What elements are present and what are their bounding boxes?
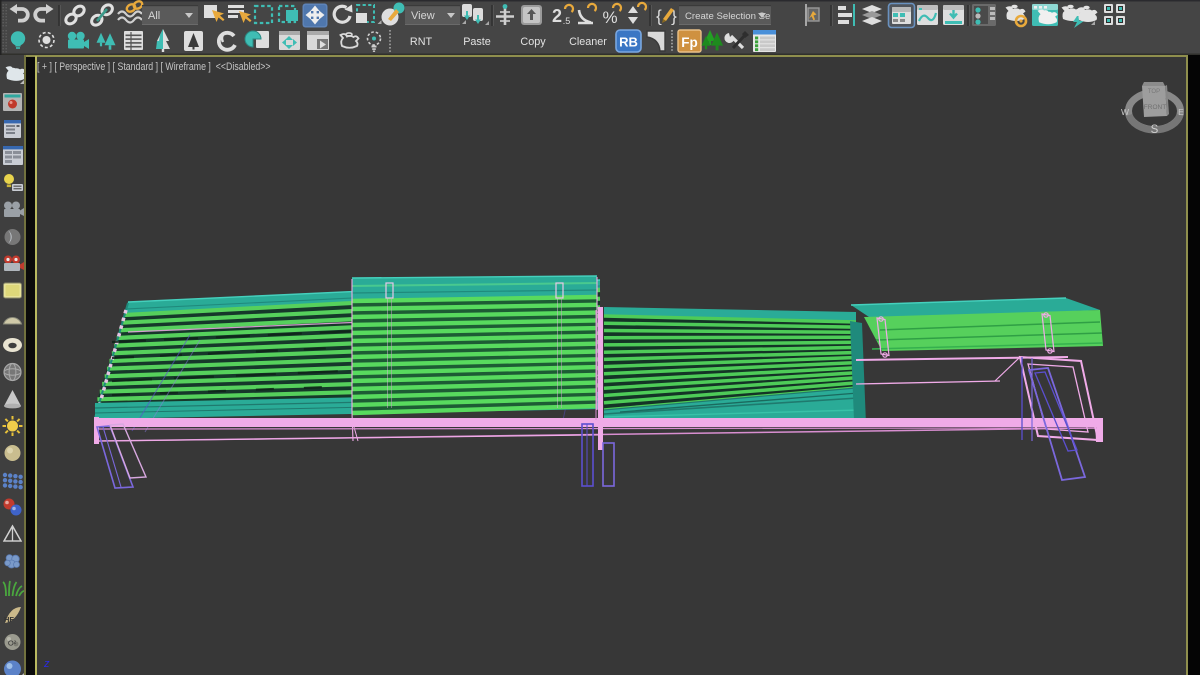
svg-text:RNT: RNT <box>410 36 433 48</box>
svg-text:All: All <box>148 10 160 22</box>
svg-text:Paste: Paste <box>463 36 491 48</box>
svg-text:E: E <box>1178 107 1184 117</box>
svg-text:Fp: Fp <box>681 35 698 50</box>
svg-text:{: { <box>656 7 662 26</box>
svg-text:W: W <box>1121 107 1129 117</box>
svg-text:.5: .5 <box>563 16 571 26</box>
svg-text:HF: HF <box>4 615 14 624</box>
svg-text:%: % <box>602 8 617 27</box>
svg-text:Create Selection Se: Create Selection Se <box>685 11 770 22</box>
svg-text:View: View <box>411 10 435 22</box>
svg-text:2: 2 <box>552 6 562 26</box>
svg-text:O²: O² <box>8 639 17 648</box>
svg-text:FRONT: FRONT <box>1144 104 1166 111</box>
svg-text:RB: RB <box>619 35 638 50</box>
svg-text:Copy: Copy <box>520 36 546 48</box>
svg-text:Cleaner: Cleaner <box>569 36 607 48</box>
svg-text:S: S <box>1151 124 1159 136</box>
svg-text:TOP: TOP <box>1148 89 1160 95</box>
